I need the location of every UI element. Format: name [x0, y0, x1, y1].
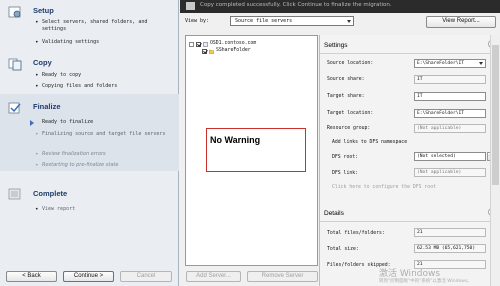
- expand-toggle-icon[interactable]: [189, 42, 194, 47]
- gear-icon: [8, 6, 21, 18]
- finalize-icon: [8, 102, 21, 114]
- scrollbar-thumb[interactable]: [492, 45, 499, 185]
- step-validating-settings: Validating settings: [42, 39, 100, 45]
- target-location-label: Target location:: [327, 111, 374, 116]
- total-size-label: Total size:: [327, 247, 359, 252]
- settings-header: Settings: [324, 42, 348, 49]
- resource-group-label: Resource group:: [327, 126, 371, 131]
- target-location-input[interactable]: E:\ShareFolder\IT: [414, 109, 486, 118]
- chevron-down-icon: [347, 20, 351, 23]
- back-button[interactable]: < Back: [6, 271, 57, 282]
- section-title-setup: Setup: [33, 6, 54, 15]
- status-bar: Copy completed successfully. Click Conti…: [180, 0, 500, 13]
- complete-icon: [8, 188, 21, 200]
- add-server-button[interactable]: Add Server...: [186, 271, 241, 282]
- continue-button[interactable]: Continue >: [63, 271, 114, 282]
- dfs-root-field[interactable]: (Not selected): [414, 152, 486, 161]
- dfs-configure-link[interactable]: Click here to configure the DFS root: [332, 185, 436, 190]
- section-title-copy: Copy: [33, 58, 52, 67]
- dfs-root-label: DFS root:: [332, 155, 358, 160]
- status-text: Copy completed successfully. Click Conti…: [200, 2, 392, 8]
- section-title-complete: Complete: [33, 189, 68, 198]
- total-files-label: Total files/folders:: [327, 231, 385, 236]
- details-header: Details: [324, 210, 344, 217]
- target-share-label: Target share:: [327, 94, 365, 99]
- tree-node-server[interactable]: OSD1.contoso.com: [210, 41, 256, 46]
- step-ready-to-finalize: Ready to finalize: [42, 119, 94, 125]
- source-share-field: IT: [414, 75, 486, 84]
- step-view-report: View report: [42, 206, 76, 212]
- remove-server-button[interactable]: Remove Server: [247, 271, 318, 282]
- step-ready-to-copy: Ready to copy: [42, 72, 82, 78]
- chevron-down-icon: [479, 62, 483, 65]
- source-share-label: Source share:: [327, 77, 365, 82]
- total-files-field: 21: [414, 228, 486, 237]
- total-size-field: 62.53 MB (65,621,750): [414, 244, 486, 253]
- dfs-link-label: DFS link:: [332, 171, 358, 176]
- step-copying-files: Copying files and folders: [42, 83, 118, 89]
- activate-windows-hint: 转到"控制面板"中的"系统"以激活 Windows。: [379, 279, 472, 284]
- step-finalizing-servers: Finalizing source and target file server…: [42, 131, 166, 137]
- tree-node-share[interactable]: SShareFolder: [216, 48, 251, 53]
- view-by-value: Source file servers: [235, 18, 293, 24]
- folder-icon: [209, 49, 214, 54]
- section-title-finalize: Finalize: [33, 102, 61, 111]
- share-checkbox[interactable]: [202, 49, 207, 54]
- resource-group-field: (Not applicable): [414, 124, 486, 133]
- server-checkbox[interactable]: [196, 42, 201, 47]
- step-review-errors: Review finalization errors: [42, 151, 106, 157]
- status-icon: [186, 2, 195, 10]
- dfs-section-header: Add links to DFS namespace: [332, 140, 408, 145]
- dfs-link-field: (Not applicable): [414, 168, 486, 177]
- no-warning-text: No Warning: [210, 135, 261, 145]
- no-warning-overlay: No Warning: [206, 128, 306, 172]
- view-report-button[interactable]: View Report...: [426, 16, 496, 28]
- view-by-label: View by:: [185, 18, 210, 24]
- step-restarting: Restarting to pre-finalize state: [42, 162, 119, 168]
- wizard-steps-pane: Setup • Select servers, shared folders, …: [0, 0, 179, 286]
- source-location-label: Source location:: [327, 61, 374, 66]
- step-select-servers: Select servers, shared folders, and sett…: [42, 19, 148, 32]
- settings-scrollbar[interactable]: [490, 35, 500, 286]
- cancel-button[interactable]: Cancel: [120, 271, 172, 282]
- server-icon: [203, 42, 208, 47]
- view-by-select[interactable]: Source file servers: [230, 16, 354, 26]
- current-step-arrow-icon: [30, 120, 34, 126]
- copy-icon: [8, 58, 22, 71]
- source-location-select[interactable]: E:\ShareFolder\IT: [414, 59, 486, 68]
- target-share-input[interactable]: IT: [414, 92, 486, 101]
